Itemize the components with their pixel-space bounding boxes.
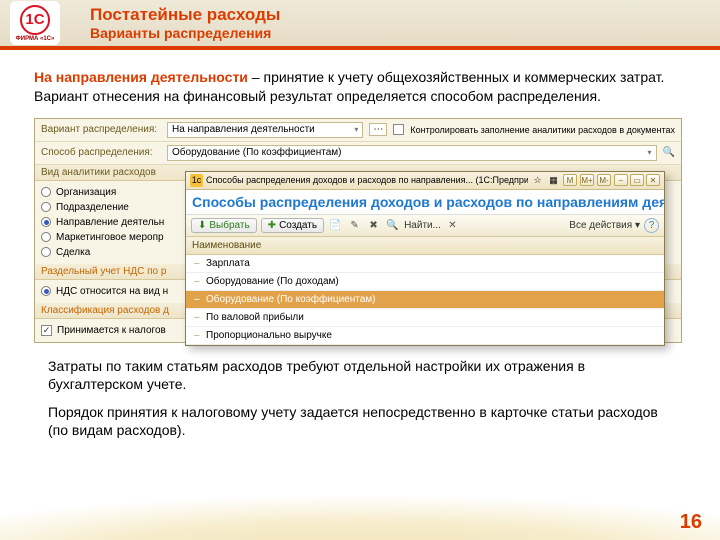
footer-p1: Затраты по таким статьям расходов требую… bbox=[48, 357, 672, 393]
all-actions-menu[interactable]: Все действия ▾ bbox=[569, 220, 640, 231]
mplus-button[interactable]: M+ bbox=[580, 174, 594, 186]
slide-header: 1C ФИРМА «1С» Постатейные расходы Вариан… bbox=[0, 0, 720, 50]
method-label: Способ распределения: bbox=[41, 147, 161, 158]
list-item[interactable]: Зарплата bbox=[186, 255, 664, 273]
footer-p2: Порядок принятия к налоговому учету зада… bbox=[48, 403, 672, 439]
clear-search-icon[interactable]: ✕ bbox=[445, 218, 460, 233]
chevron-down-icon[interactable]: ▾ bbox=[354, 125, 358, 134]
find-link[interactable]: Найти... bbox=[404, 220, 441, 231]
edit-icon[interactable]: ✎ bbox=[347, 218, 362, 233]
create-button[interactable]: ✚Создать bbox=[261, 218, 324, 233]
methods-list: Зарплата Оборудование (По доходам) Обору… bbox=[186, 255, 664, 345]
tax-checkbox[interactable]: ✓ bbox=[41, 325, 52, 336]
variant-label: Вариант распределения: bbox=[41, 124, 161, 135]
list-item[interactable]: Пропорционально выручке bbox=[186, 327, 664, 345]
dialog-window-title: Способы распределения доходов и расходов… bbox=[206, 175, 528, 185]
dialog-title: Способы распределения доходов и расходов… bbox=[186, 190, 664, 215]
list-item[interactable]: Оборудование (По доходам) bbox=[186, 273, 664, 291]
radio-direction[interactable] bbox=[41, 217, 51, 227]
fav-icon[interactable]: ☆ bbox=[531, 174, 544, 187]
radio-nds[interactable] bbox=[41, 286, 51, 296]
radio-marketing[interactable] bbox=[41, 232, 51, 242]
list-item-selected[interactable]: Оборудование (По коэффициентам) bbox=[186, 291, 664, 309]
control-checkbox[interactable] bbox=[393, 124, 404, 135]
app-icon: 1c bbox=[190, 174, 203, 187]
page-title: Постатейные расходы bbox=[90, 5, 280, 25]
logo-caption: ФИРМА «1С» bbox=[16, 36, 55, 42]
mminus-button[interactable]: M- bbox=[597, 174, 611, 186]
page-number: 16 bbox=[680, 511, 702, 534]
min-button[interactable]: – bbox=[614, 174, 628, 186]
max-button[interactable]: ▭ bbox=[630, 174, 644, 186]
radio-deal[interactable] bbox=[41, 247, 51, 257]
intro-text: На направления деятельности – принятие к… bbox=[34, 68, 686, 106]
m-button[interactable]: M bbox=[563, 174, 577, 186]
close-button[interactable]: ✕ bbox=[646, 174, 660, 186]
lookup-icon[interactable]: 🔍 bbox=[663, 147, 675, 158]
search-icon[interactable]: 🔍 bbox=[385, 218, 400, 233]
delete-icon[interactable]: ✖ bbox=[366, 218, 381, 233]
page-subtitle: Варианты распределения bbox=[90, 25, 280, 41]
decorative-swoosh bbox=[0, 480, 720, 540]
logo-1c: 1C ФИРМА «1С» bbox=[10, 1, 60, 45]
control-label: Контролировать заполнение аналитики расх… bbox=[410, 125, 675, 135]
screenshot-panel: Вариант распределения: На направления де… bbox=[34, 118, 682, 343]
chevron-down-icon[interactable]: ▾ bbox=[648, 148, 652, 157]
variant-dropdown[interactable]: На направления деятельности ▾ bbox=[167, 122, 363, 138]
radio-dept[interactable] bbox=[41, 202, 51, 212]
method-dropdown[interactable]: Оборудование (По коэффициентам) ▾ bbox=[167, 145, 657, 161]
dialog-distribution-methods: 1c Способы распределения доходов и расхо… bbox=[185, 171, 665, 346]
calc-icon[interactable]: ▦ bbox=[547, 174, 560, 187]
help-icon[interactable]: ? bbox=[644, 218, 659, 233]
list-item[interactable]: По валовой прибыли bbox=[186, 309, 664, 327]
intro-accent: На направления деятельности bbox=[34, 69, 248, 85]
variant-more-button[interactable]: ⋯ bbox=[369, 123, 387, 136]
logo-mark: 1C bbox=[20, 5, 50, 35]
copy-icon[interactable]: 📄 bbox=[328, 218, 343, 233]
radio-org[interactable] bbox=[41, 187, 51, 197]
select-button[interactable]: ⬇Выбрать bbox=[191, 218, 257, 233]
column-header-name[interactable]: Наименование bbox=[186, 237, 664, 255]
